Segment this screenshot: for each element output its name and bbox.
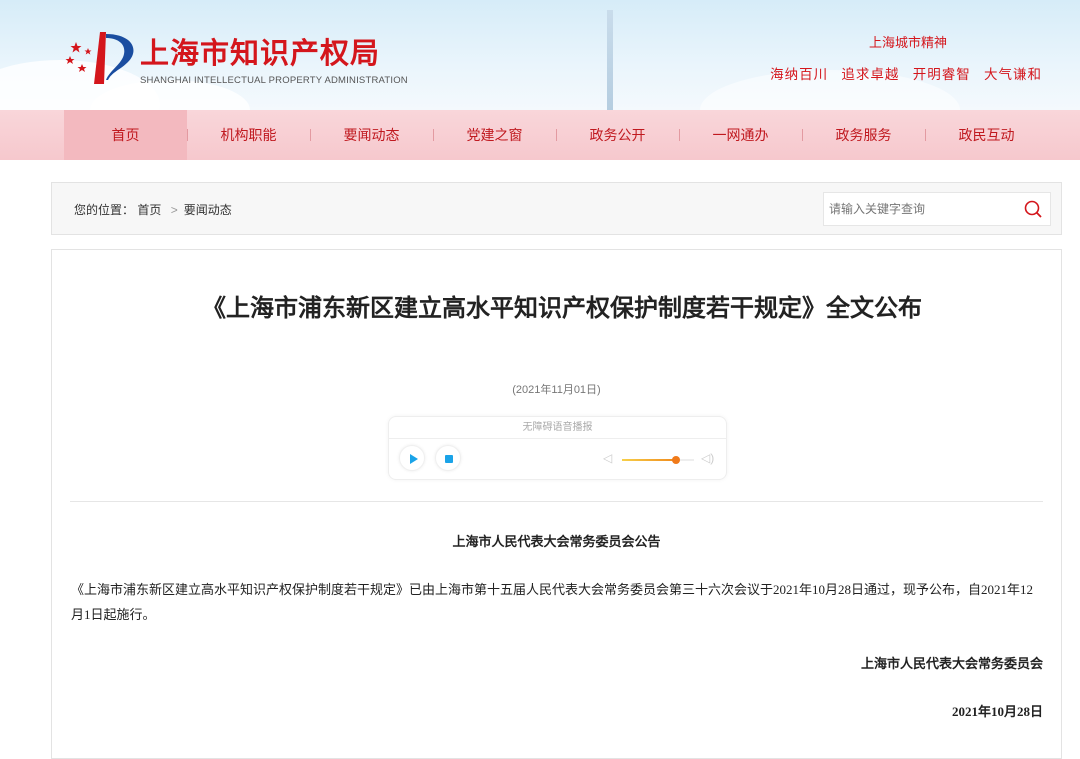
nav-item-news[interactable]: 要闻动态 xyxy=(310,110,433,160)
article-panel: 《上海市浦东新区建立高水平知识产权保护制度若干规定》全文公布 (2021年11月… xyxy=(51,249,1062,759)
article-title: 《上海市浦东新区建立高水平知识产权保护制度若干规定》全文公布 xyxy=(172,290,952,328)
volume-low-icon[interactable]: ◁ xyxy=(603,451,612,465)
stop-button[interactable] xyxy=(435,445,461,471)
nav-item-party[interactable]: 党建之窗 xyxy=(433,110,556,160)
logo-emblem-icon xyxy=(62,30,140,86)
announcement-heading: 上海市人民代表大会常务委员会公告 xyxy=(52,531,1061,550)
volume-fill xyxy=(622,459,676,461)
nav-item-one-stop[interactable]: 一网通办 xyxy=(679,110,802,160)
breadcrumb-separator: > xyxy=(171,203,178,217)
article-sign-date: 2021年10月28日 xyxy=(952,701,1043,720)
nav-item-services[interactable]: 政务服务 xyxy=(802,110,925,160)
nav-item-open-gov[interactable]: 政务公开 xyxy=(556,110,679,160)
site-header: 上海市知识产权局 SHANGHAI INTELLECTUAL PROPERTY … xyxy=(0,0,1080,110)
site-name: 上海市知识产权局 xyxy=(140,30,408,72)
site-logo[interactable]: 上海市知识产权局 SHANGHAI INTELLECTUAL PROPERTY … xyxy=(62,30,408,86)
nav-item-interaction[interactable]: 政民互动 xyxy=(925,110,1048,160)
breadcrumb: 您的位置： 首页 > 要闻动态 xyxy=(74,201,232,218)
search-box xyxy=(823,192,1051,226)
search-input[interactable] xyxy=(824,193,1014,225)
city-spirit-motto: 海纳百川 追求卓越 开明睿智 大气谦和 xyxy=(770,63,1042,83)
play-button[interactable] xyxy=(399,445,425,471)
audio-player: 无障碍语音播报 ◁ ◁) xyxy=(388,416,727,480)
volume-slider[interactable] xyxy=(622,459,694,461)
article-paragraph: 《上海市浦东新区建立高水平知识产权保护制度若干规定》已由上海市第十五届人民代表大… xyxy=(71,577,1043,627)
volume-knob[interactable] xyxy=(672,456,680,464)
article-signature: 上海市人民代表大会常务委员会 xyxy=(861,653,1043,672)
nav-item-home[interactable]: 首页 xyxy=(64,110,187,160)
audio-player-label: 无障碍语音播报 xyxy=(389,417,726,439)
main-nav: 首页 机构职能 要闻动态 党建之窗 政务公开 一网通办 政务服务 政民互动 xyxy=(0,110,1080,160)
skyline-decoration xyxy=(607,10,613,110)
site-name-en: SHANGHAI INTELLECTUAL PROPERTY ADMINISTR… xyxy=(140,75,408,86)
city-spirit: 上海城市精神 海纳百川 追求卓越 开明睿智 大气谦和 xyxy=(770,32,1042,83)
breadcrumb-bar: 您的位置： 首页 > 要闻动态 xyxy=(51,182,1062,235)
breadcrumb-prefix: 您的位置： xyxy=(74,203,134,217)
volume-high-icon[interactable]: ◁) xyxy=(701,451,714,465)
city-spirit-title: 上海城市精神 xyxy=(770,32,947,51)
article-date: (2021年11月01日) xyxy=(52,381,1061,397)
nav-item-functions[interactable]: 机构职能 xyxy=(187,110,310,160)
search-icon[interactable] xyxy=(1024,200,1042,218)
stop-icon xyxy=(436,446,462,472)
breadcrumb-news[interactable]: 要闻动态 xyxy=(184,203,232,217)
play-icon xyxy=(400,446,426,472)
breadcrumb-home[interactable]: 首页 xyxy=(137,203,161,217)
divider xyxy=(70,501,1043,502)
